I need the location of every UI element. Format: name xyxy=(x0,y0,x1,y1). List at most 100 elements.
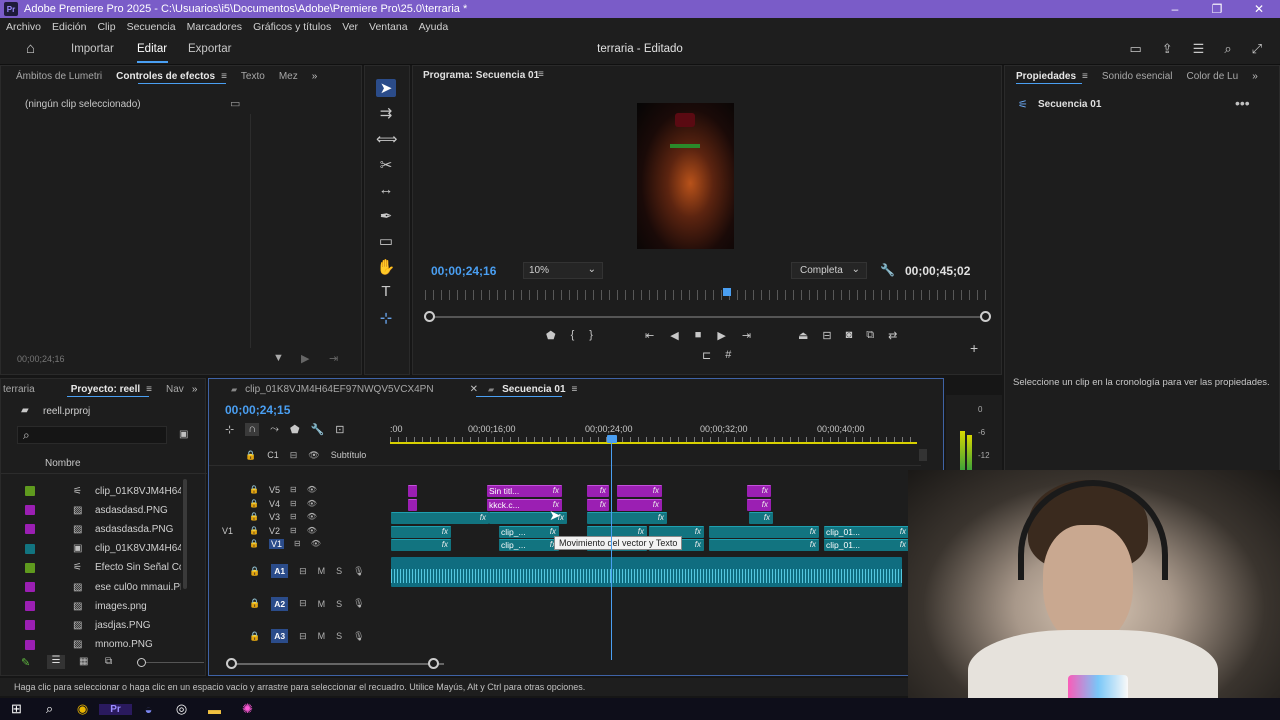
workspaces-icon[interactable]: ▭ xyxy=(1129,41,1141,57)
tab-text[interactable]: Texto xyxy=(241,71,265,82)
step-forward-icon[interactable]: ▶ xyxy=(717,329,725,342)
list-item[interactable]: ⚟ Efecto Sin Señal Cor xyxy=(25,559,181,577)
snap-icon[interactable]: ∩ xyxy=(245,423,260,436)
list-item[interactable]: ▨ images.png xyxy=(25,597,147,615)
stop-icon[interactable]: ■ xyxy=(695,329,702,342)
scroll-handle-left[interactable] xyxy=(226,658,237,669)
hand-tool-icon[interactable]: ✋ xyxy=(376,258,396,276)
sync-lock-icon[interactable]: ⊟ xyxy=(299,598,307,609)
captions-icon[interactable]: ⊡ xyxy=(335,423,344,436)
app-icon[interactable]: ✺ xyxy=(231,701,264,717)
video-clip[interactable]: clip_... fx xyxy=(499,539,559,551)
more-tabs-icon[interactable]: » xyxy=(1252,71,1258,82)
zoom-slider-handle[interactable] xyxy=(137,658,146,667)
scroll-handle-right[interactable] xyxy=(428,658,439,669)
home-icon[interactable]: ⌂ xyxy=(26,40,35,57)
go-to-out-icon[interactable]: ⇥ xyxy=(742,329,751,342)
close-tab-icon[interactable]: ✕ xyxy=(470,384,478,395)
ripple-edit-tool-icon[interactable]: ⟺ xyxy=(376,130,398,148)
lock-icon[interactable]: 🔒 xyxy=(249,566,260,577)
track-label[interactable]: A1 xyxy=(271,564,289,578)
list-view-icon[interactable]: ☰ xyxy=(47,655,65,669)
lock-icon[interactable]: 🔒 xyxy=(249,512,259,522)
video-clip[interactable]: fx xyxy=(587,512,667,524)
toggle-timeline-icon[interactable]: ▭ xyxy=(230,97,240,110)
track-label[interactable]: V1 xyxy=(268,539,284,549)
scroll-handle-left[interactable] xyxy=(424,311,435,322)
more-tabs-icon[interactable]: » xyxy=(312,71,318,82)
play-audio-icon[interactable]: ▶ xyxy=(301,352,309,365)
sync-lock-icon[interactable]: ⊟ xyxy=(294,539,301,549)
column-header-name[interactable]: Nombre xyxy=(45,458,81,469)
tab-nested-sequence[interactable]: clip_01K8VJM4H64EF97NWQV5VCX4PN xyxy=(245,384,433,395)
share-icon[interactable]: ⇪ xyxy=(1162,41,1173,57)
sync-lock-icon[interactable]: ⊟ xyxy=(290,499,297,509)
panel-menu-icon[interactable]: ≡ xyxy=(538,69,544,80)
search-icon[interactable]: ⌕ xyxy=(1224,41,1231,57)
close-button[interactable]: ✕ xyxy=(1238,0,1280,18)
track-label[interactable]: V5 xyxy=(269,485,280,495)
mute-button[interactable]: M xyxy=(318,566,326,576)
track-label[interactable]: V2 xyxy=(269,526,280,536)
video-clip[interactable]: clip_01... fx xyxy=(824,525,909,538)
graphic-clip[interactable]: fx xyxy=(617,498,662,511)
tab-export[interactable]: Exportar xyxy=(188,43,231,55)
filter-icon[interactable]: ▼ xyxy=(273,352,284,364)
text-tool-icon[interactable]: ⊹ xyxy=(376,309,396,327)
tab-edit[interactable]: Editar xyxy=(137,43,167,55)
sync-lock-icon[interactable]: ⊟ xyxy=(290,485,297,495)
tab-import[interactable]: Importar xyxy=(71,43,114,55)
video-clip[interactable]: fx xyxy=(391,525,451,538)
track-label[interactable]: A2 xyxy=(271,596,289,611)
freeform-view-icon[interactable]: ⧉ xyxy=(105,656,112,667)
safe-margins-icon[interactable]: ⊏ xyxy=(702,349,711,362)
sync-lock-icon[interactable]: ⊟ xyxy=(290,512,297,522)
eye-icon[interactable]: 👁 xyxy=(308,450,319,461)
graphic-clip[interactable]: fx xyxy=(587,498,609,511)
list-item[interactable]: ▨ mnomo.PNG xyxy=(25,636,153,654)
microphone-icon[interactable]: 🎙 xyxy=(353,566,364,577)
razor-tool-icon[interactable]: ✂ xyxy=(376,156,396,174)
lock-icon[interactable]: 🔒 xyxy=(245,450,256,461)
graphic-clip[interactable]: fx xyxy=(587,485,609,497)
video-clip[interactable]: clip_... fx xyxy=(499,525,559,538)
export-icon[interactable]: ⇥ xyxy=(329,352,338,365)
add-marker-icon[interactable]: ⬟ xyxy=(290,423,300,436)
list-item[interactable]: ⚟ clip_01K8VJM4H64 xyxy=(25,482,181,500)
lift-icon[interactable]: ⏏ xyxy=(798,329,808,342)
lock-icon[interactable]: 🔒 xyxy=(249,539,259,549)
slip-tool-icon[interactable]: ↔ xyxy=(376,181,396,198)
solo-button[interactable]: S xyxy=(336,599,342,609)
panel-menu-icon[interactable]: ≡ xyxy=(1082,71,1088,82)
tab-lumetri-scopes[interactable]: Ámbitos de Lumetri xyxy=(16,71,102,82)
icon-view-icon[interactable]: ▦ xyxy=(79,656,88,667)
list-item[interactable]: ▨ ese cul0o mmaui.PN xyxy=(25,578,181,596)
fullscreen-icon[interactable]: ⤢ xyxy=(1252,41,1262,57)
menu-marcadores[interactable]: Marcadores xyxy=(187,21,242,33)
list-item[interactable]: ▨ asdasdasd.PNG xyxy=(25,501,168,519)
taskbar-search-icon[interactable]: ⌕ xyxy=(33,701,66,717)
settings-wrench-icon[interactable]: 🔧 xyxy=(311,423,325,436)
discord-icon[interactable]: ◒ xyxy=(132,702,165,717)
video-clip[interactable]: fx xyxy=(709,539,819,551)
audio-clip[interactable] xyxy=(391,557,902,587)
eye-icon[interactable]: 👁 xyxy=(307,499,317,509)
selection-tool-icon[interactable]: ➤ xyxy=(376,79,396,97)
sync-lock-icon[interactable]: ⊟ xyxy=(290,526,297,536)
eye-icon[interactable]: 👁 xyxy=(307,512,317,522)
monitor-time-ruler[interactable] xyxy=(425,290,991,300)
tab-project[interactable]: Proyecto: reell xyxy=(71,384,140,395)
menu-clip[interactable]: Clip xyxy=(97,21,115,33)
mark-in-icon[interactable]: { xyxy=(571,329,575,342)
panel-menu-icon[interactable]: ≡ xyxy=(221,71,227,82)
lock-icon[interactable]: 🔒 xyxy=(249,499,259,509)
comparison-view-icon[interactable]: ⧉ xyxy=(866,329,874,342)
menu-archivo[interactable]: Archivo xyxy=(6,21,41,33)
extract-icon[interactable]: ⊟ xyxy=(822,329,831,342)
graphic-clip[interactable]: fx xyxy=(747,498,771,511)
file-explorer-icon[interactable]: ▬ xyxy=(198,702,231,717)
track-label[interactable]: V3 xyxy=(269,512,280,522)
solo-button[interactable]: S xyxy=(336,631,342,641)
eye-icon[interactable]: 👁 xyxy=(307,485,317,495)
lock-icon[interactable]: 🔒 xyxy=(249,526,259,536)
